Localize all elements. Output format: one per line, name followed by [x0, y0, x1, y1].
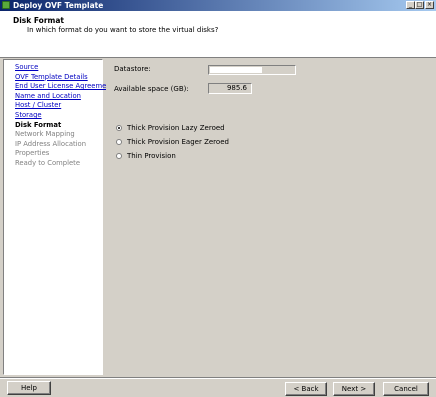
wizard-step-storage[interactable]: Storage — [15, 111, 113, 121]
wizard-header: Disk Format In which format do you want … — [0, 11, 436, 58]
cancel-button[interactable]: Cancel — [383, 382, 429, 396]
wizard-step-network-mapping: Network Mapping — [15, 130, 75, 139]
page-subtitle: In which format do you want to store the… — [27, 26, 219, 34]
back-button[interactable]: < Back — [285, 382, 327, 396]
datastore-field — [208, 65, 296, 75]
wizard-step-source[interactable]: Source — [15, 63, 113, 73]
available-space-value: 985.6 — [208, 83, 252, 94]
help-button[interactable]: Help — [7, 381, 51, 395]
radio-button[interactable] — [116, 153, 122, 159]
maximize-button[interactable]: □ — [415, 1, 424, 9]
app-icon — [2, 1, 10, 9]
wizard-step-host-cluster[interactable]: Host / Cluster — [15, 101, 113, 111]
disk-format-panel: Datastore: Available space (GB): 985.6 T… — [106, 59, 434, 375]
close-button[interactable]: × — [425, 1, 434, 9]
deploy-ovf-dialog: Deploy OVF Template _ □ × Disk Format In… — [0, 0, 436, 397]
wizard-step-name-and-location[interactable]: Name and Location — [15, 92, 113, 102]
footer-divider — [0, 377, 436, 379]
wizard-step-end-user-license-agreement[interactable]: End User License Agreement — [15, 82, 113, 92]
wizard-step-ready-to-complete: Ready to Complete — [15, 158, 81, 167]
window-title: Deploy OVF Template — [13, 1, 104, 10]
wizard-step-ovf-template-details[interactable]: OVF Template Details — [15, 73, 113, 83]
wizard-step-disk-format: Disk Format — [15, 120, 62, 129]
wizard-steps-panel: Source OVF Template Details End User Licen… — [3, 59, 113, 375]
datastore-label: Datastore: — [114, 65, 151, 73]
radio-label: Thick Provision Eager Zeroed — [127, 138, 229, 146]
wizard-steps-list: Source OVF Template Details End User Licen… — [15, 63, 113, 169]
radio-label: Thick Provision Lazy Zeroed — [127, 124, 225, 132]
radio-button[interactable] — [116, 125, 122, 131]
radio-label: Thin Provision — [127, 152, 176, 160]
title-bar[interactable]: Deploy OVF Template _ □ × — [0, 0, 436, 11]
page-title: Disk Format — [13, 16, 64, 25]
wizard-step-properties: Properties — [15, 149, 50, 158]
radio-button[interactable] — [116, 139, 122, 145]
minimize-button[interactable]: _ — [406, 1, 415, 9]
datastore-value — [210, 67, 262, 73]
available-space-label: Available space (GB): — [114, 85, 189, 93]
next-button[interactable]: Next > — [333, 382, 375, 396]
wizard-step-ip-address-allocation: IP Address Allocation — [15, 139, 86, 148]
